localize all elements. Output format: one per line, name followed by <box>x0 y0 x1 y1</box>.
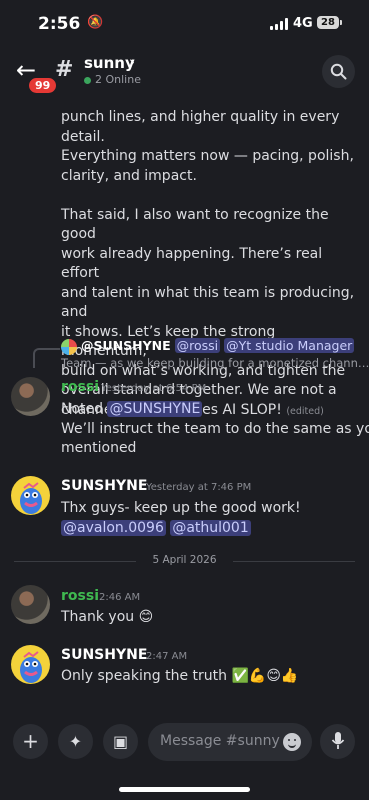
message-line: Noted @SUNSHYNE <box>61 400 203 419</box>
avatar[interactable] <box>11 377 50 416</box>
unread-badge: 99 <box>27 76 59 95</box>
message-body-top: punch lines, and higher quality in every… <box>61 108 361 421</box>
channel-hash-icon: # <box>55 57 74 82</box>
voice-button[interactable] <box>320 724 355 759</box>
message-author[interactable]: rossi <box>61 588 99 604</box>
gift-icon: ▣ <box>112 732 129 751</box>
message-line: That said, I also want to recognize the … <box>61 206 329 243</box>
date-divider: 5 April 2026 <box>14 554 355 568</box>
mention[interactable]: @athul001 <box>170 520 251 536</box>
message-timestamp: 2:46 AM <box>99 592 141 603</box>
message-line: @avalon.0096 @athul001 <box>61 519 251 538</box>
message-line: punch lines, and higher quality in every… <box>61 109 340 145</box>
channel-name[interactable]: sunny <box>84 54 135 72</box>
home-indicator[interactable] <box>119 787 250 792</box>
message-line <box>61 186 361 206</box>
reply-author: @SUNSHYNE <box>81 338 171 353</box>
emoji-icon[interactable] <box>283 733 301 751</box>
avatar-mascot-icon <box>20 651 42 683</box>
battery-icon: 28 <box>317 16 342 29</box>
sparkle-apps-icon: ✦ <box>68 732 83 751</box>
reply-connector <box>33 348 60 368</box>
reply-header[interactable]: @SUNSHYNE @rossi @Yt studio Manager <box>81 338 355 353</box>
apps-button[interactable]: ✦ <box>58 724 93 759</box>
message-timestamp: 2:47 AM <box>146 651 188 662</box>
mention[interactable]: @rossi <box>174 338 221 353</box>
message-timestamp: Yesterday at 7:46 PM <box>146 482 252 493</box>
online-count: 2 Online <box>95 73 141 86</box>
search-icon <box>330 63 347 80</box>
mention[interactable]: @SUNSHYNE <box>107 401 203 417</box>
message-line: Thx guys- keep up the good work! <box>61 500 301 516</box>
signal-icon <box>270 18 288 30</box>
message-timestamp: Yesterday at 6:54 PM <box>101 383 207 394</box>
edited-tag: (edited) <box>286 405 324 417</box>
online-status-dot <box>84 77 91 84</box>
avatar[interactable] <box>11 476 50 515</box>
message-line: work already happening. There’s real eff… <box>61 245 323 282</box>
message-author[interactable]: SUNSHYNE <box>61 647 147 663</box>
message-author[interactable]: rossi <box>61 379 99 395</box>
message-list[interactable]: punch lines, and higher quality in every… <box>0 94 369 706</box>
avatar[interactable] <box>11 585 50 624</box>
message-line: clarity, and impact. <box>61 167 197 184</box>
bell-muted-icon: 🔕 <box>87 15 104 30</box>
reply-avatar <box>61 339 77 355</box>
reply-preview[interactable]: Team — as we keep building for a monetiz… <box>61 356 369 370</box>
composer-bar: + ✦ ▣ Message #sunny <box>0 718 369 768</box>
message-author[interactable]: SUNSHYNE <box>61 478 147 494</box>
date-divider-label: 5 April 2026 <box>152 554 217 566</box>
search-button[interactable] <box>322 55 355 88</box>
mention[interactable]: @avalon.0096 <box>61 520 166 536</box>
message-line: mentioned <box>61 440 137 456</box>
message-line: Only speaking the truth ✅💪😊👍 <box>61 668 299 684</box>
plus-icon: + <box>22 729 39 753</box>
status-time: 2:56 <box>38 14 81 34</box>
message-line: and talent in what this team is producin… <box>61 284 355 321</box>
avatar[interactable] <box>11 645 50 684</box>
avatar-mascot-icon <box>20 482 42 514</box>
gift-button[interactable]: ▣ <box>103 724 138 759</box>
message-line: Everything matters now — pacing, polish, <box>61 148 354 164</box>
add-button[interactable]: + <box>13 724 48 759</box>
message-line: Thank you 😊 <box>61 609 154 625</box>
chevron-right-icon[interactable]: › <box>129 53 135 71</box>
message-input-placeholder: Message #sunny <box>160 733 280 749</box>
message-line: We’ll instruct the team to do the same a… <box>61 421 369 437</box>
message-input[interactable]: Message #sunny <box>148 723 312 761</box>
mention[interactable]: @Yt studio Manager <box>224 338 355 353</box>
microphone-icon <box>331 732 344 749</box>
message-text: Noted <box>61 401 108 417</box>
status-bar: 2:56 🔕 4G 28 <box>0 0 369 48</box>
network-type: 4G <box>293 16 313 31</box>
